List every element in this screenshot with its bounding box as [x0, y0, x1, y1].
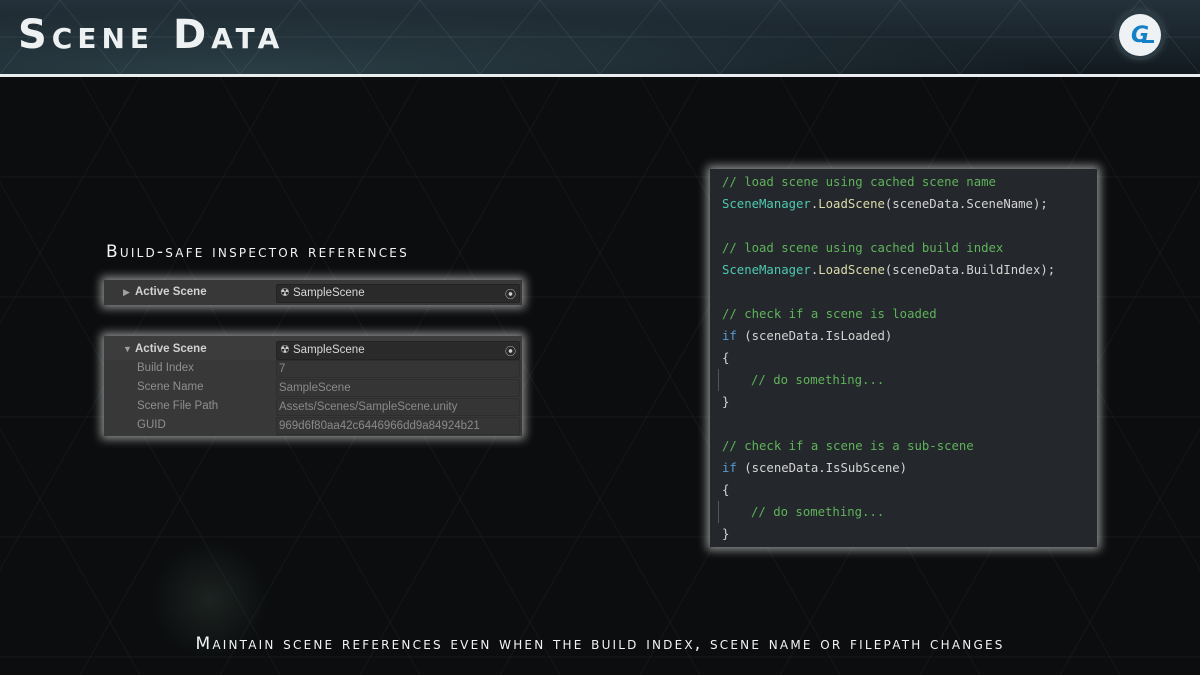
indent-guide	[718, 369, 719, 391]
object-picker-icon[interactable]: ⦿	[505, 286, 516, 302]
code-args: (sceneData.SceneName);	[884, 197, 1048, 211]
page-title: Scene Data	[18, 12, 285, 58]
unity-scene-icon: ☢	[280, 287, 290, 299]
code-line-load-by-name: SceneManager.LoadScene(sceneData.SceneNa…	[722, 197, 1048, 211]
active-scene-label: Active Scene	[135, 343, 207, 355]
build-index-field: 7	[276, 360, 520, 378]
scene-name-label: Scene Name	[137, 381, 204, 393]
guid-field: 969d6f80aa42c6446966dd9a84924b21	[276, 417, 520, 435]
code-brace-open: {	[722, 483, 730, 497]
logo: G	[1119, 14, 1161, 56]
code-keyword: if	[722, 329, 737, 343]
code-if-loaded: if (sceneData.IsLoaded)	[722, 329, 892, 343]
code-method: LoadScene	[818, 197, 885, 211]
scene-object-field[interactable]: ☢ SampleScene ⦿	[276, 284, 520, 303]
code-line-load-by-index: SceneManager.LoadScene(sceneData.BuildIn…	[722, 263, 1056, 277]
inspector-collapsed: ▶ Active Scene ☢ SampleScene ⦿	[104, 280, 522, 305]
expand-arrow-icon[interactable]: ▶	[123, 287, 130, 298]
build-index-row: Build Index 7	[104, 360, 522, 378]
scene-object-value: SampleScene	[293, 344, 365, 356]
code-comment-3: // check if a scene is loaded	[722, 307, 937, 321]
code-type: SceneManager	[722, 263, 811, 277]
build-index-label: Build Index	[137, 362, 194, 374]
code-brace-close: }	[722, 395, 730, 409]
scene-file-path-row: Scene File Path Assets/Scenes/SampleScen…	[104, 398, 522, 416]
indent-guide	[718, 501, 719, 523]
code-method: LoadScene	[818, 263, 885, 277]
active-scene-label: Active Scene	[135, 286, 207, 298]
collapse-arrow-icon[interactable]: ▼	[123, 344, 132, 354]
footer-caption: Maintain scene references even when the …	[195, 634, 1005, 654]
scene-file-path-label: Scene File Path	[137, 400, 219, 412]
code-if-subscene: if (sceneData.IsSubScene)	[722, 461, 907, 475]
scene-name-row: Scene Name SampleScene	[104, 379, 522, 397]
guid-label: GUID	[137, 419, 166, 431]
scene-object-field[interactable]: ☢ SampleScene ⦿	[276, 341, 520, 360]
code-snippet-panel: // load scene using cached scene name Sc…	[710, 169, 1097, 547]
code-comment-1: // load scene using cached scene name	[722, 175, 996, 189]
code-brace-close: }	[722, 527, 730, 541]
code-args: (sceneData.BuildIndex);	[884, 263, 1056, 277]
code-brace-open: {	[722, 351, 730, 365]
code-body-1: // do something...	[751, 373, 885, 387]
logo-letter: G	[1130, 22, 1150, 48]
scene-name-field: SampleScene	[276, 379, 520, 397]
scene-object-value: SampleScene	[293, 287, 365, 299]
code-comment-4: // check if a scene is a sub-scene	[722, 439, 974, 453]
active-scene-row[interactable]: ▼ Active Scene ☢ SampleScene ⦿	[104, 341, 522, 360]
code-type: SceneManager	[722, 197, 811, 211]
object-picker-icon[interactable]: ⦿	[505, 343, 516, 359]
inspector-expanded: ▼ Active Scene ☢ SampleScene ⦿ Build Ind…	[104, 336, 522, 436]
code-condition: (sceneData.IsSubScene)	[736, 461, 908, 475]
header-bar: Scene Data G	[0, 0, 1200, 74]
code-body-2: // do something...	[751, 505, 885, 519]
code-condition: (sceneData.IsLoaded)	[736, 329, 893, 343]
unity-scene-icon: ☢	[280, 344, 290, 356]
active-scene-row[interactable]: ▶ Active Scene ☢ SampleScene ⦿	[104, 284, 522, 303]
guid-row: GUID 969d6f80aa42c6446966dd9a84924b21	[104, 417, 522, 435]
code-comment-2: // load scene using cached build index	[722, 241, 1004, 255]
section-subheading: Build-safe inspector references	[106, 242, 409, 262]
code-keyword: if	[722, 461, 737, 475]
scene-file-path-field: Assets/Scenes/SampleScene.unity	[276, 398, 520, 416]
